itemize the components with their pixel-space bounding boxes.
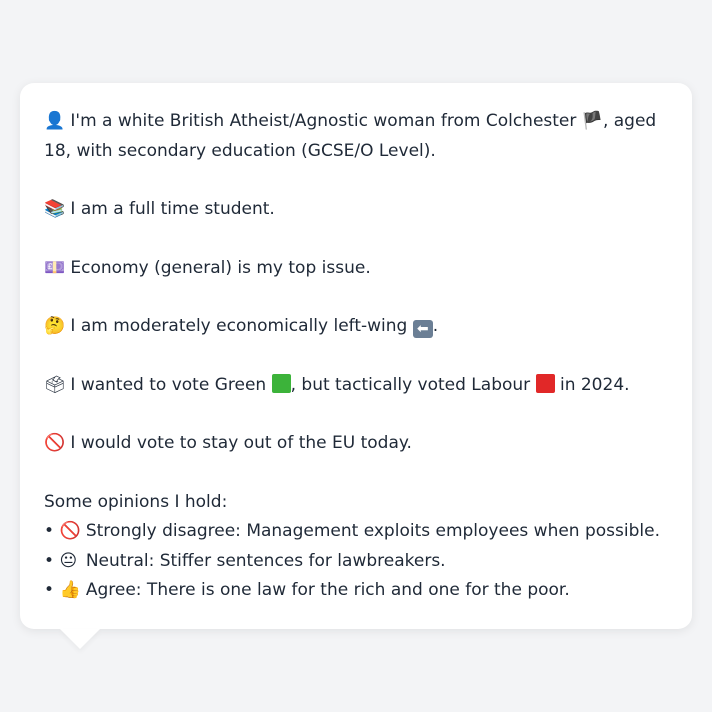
intro-paragraph: 👤 I'm a white British Atheist/Agnostic w… bbox=[44, 107, 672, 166]
vote-text: I wanted to vote Green bbox=[70, 374, 267, 395]
eu-text: I would vote to stay out of the EU today… bbox=[70, 433, 412, 453]
opinion-item: • 🚫 Strongly disagree: Management exploi… bbox=[44, 517, 672, 547]
bullet: • bbox=[44, 550, 55, 571]
bubble-tail bbox=[60, 629, 100, 649]
prohibited-icon: 🚫 bbox=[44, 433, 66, 453]
person-silhouette-icon: 👤 bbox=[44, 111, 66, 131]
opinion-item: • 😐 Neutral: Stiffer sentences for lawbr… bbox=[44, 547, 672, 577]
opinions-heading: Some opinions I hold: bbox=[44, 491, 228, 512]
ballot-box-icon: 🗳 bbox=[44, 374, 66, 395]
opinion-text: Neutral: Stiffer sentences for lawbreake… bbox=[85, 550, 446, 571]
opinion-text: Strongly disagree: Management exploits e… bbox=[85, 521, 660, 541]
occupation-paragraph: 📚 I am a full time student. bbox=[44, 195, 672, 225]
neutral-face-icon: 😐 bbox=[59, 550, 78, 571]
top-issue-text: Economy (general) is my top issue. bbox=[70, 257, 371, 278]
england-flag-icon: 🏴 bbox=[581, 111, 603, 131]
bullet: • bbox=[44, 580, 55, 600]
economic-view-suffix: . bbox=[432, 316, 439, 336]
thumbs-up-icon: 👍 bbox=[59, 580, 81, 600]
books-icon: 📚 bbox=[44, 199, 66, 219]
vote-paragraph: 🗳 I wanted to vote Green , but tacticall… bbox=[44, 371, 672, 401]
opinion-text: Agree: There is one law for the rich and… bbox=[85, 580, 570, 600]
persona-message-bubble: 👤 I'm a white British Atheist/Agnostic w… bbox=[20, 83, 692, 649]
eu-paragraph: 🚫 I would vote to stay out of the EU tod… bbox=[44, 429, 672, 459]
occupation-text: I am a full time student. bbox=[70, 199, 275, 219]
thinking-face-icon: 🤔 bbox=[44, 316, 66, 336]
persona-description: 👤 I'm a white British Atheist/Agnostic w… bbox=[44, 107, 672, 606]
economic-view-text: I am moderately economically left-wing bbox=[70, 316, 408, 336]
top-issue-paragraph: 💷 Economy (general) is my top issue. bbox=[44, 254, 672, 284]
bullet: • bbox=[44, 521, 55, 541]
money-icon: 💷 bbox=[44, 257, 66, 278]
green-party-square-icon bbox=[271, 373, 291, 393]
labour-party-square-icon bbox=[535, 373, 555, 393]
vote-text-continued: , but tactically voted Labour bbox=[290, 374, 531, 395]
prohibited-icon: 🚫 bbox=[59, 521, 81, 541]
left-arrow-icon: ⬅ bbox=[412, 320, 433, 338]
intro-text: I'm a white British Atheist/Agnostic wom… bbox=[70, 111, 577, 131]
vote-year-text: in 2024. bbox=[559, 374, 630, 395]
opinion-item: • 👍 Agree: There is one law for the rich… bbox=[44, 576, 672, 606]
economic-view-paragraph: 🤔 I am moderately economically left-wing… bbox=[44, 312, 672, 342]
